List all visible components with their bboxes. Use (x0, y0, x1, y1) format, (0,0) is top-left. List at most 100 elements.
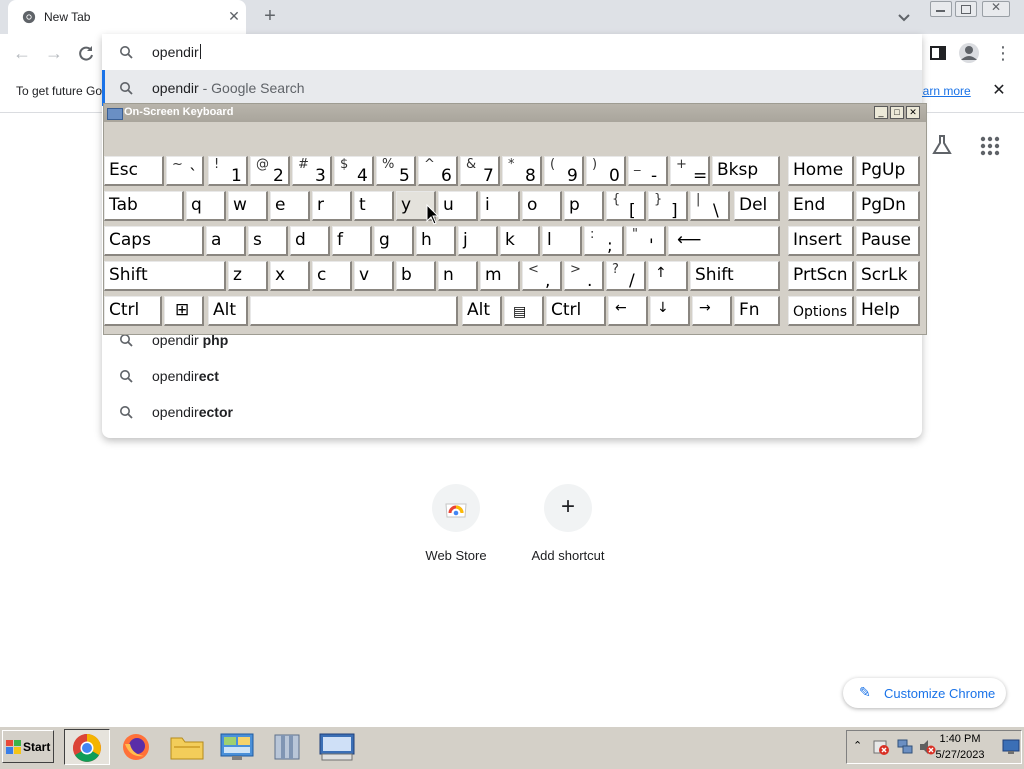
key-sym4-7[interactable]: ← (608, 296, 648, 326)
osk-title-bar[interactable]: On-Screen Keyboard _ □ ✕ (104, 104, 926, 122)
key-9[interactable]: (9 (544, 156, 584, 186)
key-win[interactable]: ⊞ (164, 296, 204, 326)
tab-close-button[interactable]: ✕ (224, 6, 244, 26)
key-sym1-12[interactable]: }] (648, 191, 688, 221)
osk-minimize-button[interactable]: _ (874, 106, 888, 119)
key-sym2-10[interactable]: :; (584, 226, 624, 256)
key-1[interactable]: ! 1 (208, 156, 248, 186)
key-c[interactable]: c (312, 261, 352, 291)
key-w[interactable]: w (228, 191, 268, 221)
network-icon[interactable] (896, 738, 914, 756)
key-sym3-11[interactable]: ↑ (648, 261, 688, 291)
key-j[interactable]: j (458, 226, 498, 256)
key-sym4-9[interactable]: → (692, 296, 732, 326)
key-home[interactable]: Home (788, 156, 854, 186)
key-i[interactable]: i (480, 191, 520, 221)
key-options[interactable]: Options (788, 296, 854, 326)
key-prtscn[interactable]: PrtScn (788, 261, 854, 291)
key-alt[interactable]: Alt (208, 296, 248, 326)
restore-window-button[interactable] (955, 1, 977, 17)
key-0[interactable]: ) 0 (586, 156, 626, 186)
key-p[interactable]: p (564, 191, 604, 221)
key-esc[interactable]: Esc (104, 156, 164, 186)
key-z[interactable]: z (228, 261, 268, 291)
key-7[interactable]: & 7 (460, 156, 500, 186)
security-alert-icon[interactable] (872, 738, 890, 756)
key-sym1-11[interactable]: {[ (606, 191, 646, 221)
key-fn[interactable]: Fn (734, 296, 780, 326)
close-window-button[interactable]: ✕ (982, 0, 1010, 17)
key-g[interactable]: g (374, 226, 414, 256)
suggestion-item[interactable]: opendirect (102, 358, 922, 394)
taskbar-chrome[interactable] (64, 729, 110, 765)
apps-grid-icon[interactable] (980, 136, 1000, 156)
suggestion-item[interactable]: opendirector (102, 394, 922, 430)
key-a[interactable]: a (206, 226, 246, 256)
key-caps[interactable]: Caps (104, 226, 204, 256)
key-h[interactable]: h (416, 226, 456, 256)
infobar-learn-more-link[interactable]: earn more (916, 84, 971, 98)
shortcut-add[interactable]: + Add shortcut (518, 484, 618, 563)
back-arrow-icon[interactable]: ← (11, 42, 33, 64)
profile-avatar-icon[interactable] (958, 42, 980, 64)
osk-maximize-button[interactable]: □ (890, 106, 904, 119)
key-r[interactable]: r (312, 191, 352, 221)
shortcut-web-store[interactable]: Web Store (406, 484, 506, 563)
key-6[interactable]: ^ 6 (418, 156, 458, 186)
minimize-window-button[interactable] (930, 1, 952, 17)
key-scrlk[interactable]: ScrLk (856, 261, 920, 291)
key-sym3-10[interactable]: ? / (606, 261, 646, 291)
suggestion-item[interactable]: opendir - Google Search (102, 70, 922, 106)
new-tab-button[interactable]: + (258, 5, 282, 29)
key-shift[interactable]: Shift (104, 261, 226, 291)
key-o[interactable]: o (522, 191, 562, 221)
taskbar-on-screen-keyboard[interactable] (314, 729, 360, 765)
key-k[interactable]: k (500, 226, 540, 256)
tray-expand-icon[interactable]: ⌃ (853, 739, 862, 752)
key-tab[interactable]: Tab (104, 191, 184, 221)
display-icon[interactable] (1002, 739, 1020, 755)
key-sym4-8[interactable]: ↓ (650, 296, 690, 326)
key-8[interactable]: * 8 (502, 156, 542, 186)
key-sym2-11[interactable]: " ' (626, 226, 666, 256)
key-e[interactable]: e (270, 191, 310, 221)
taskbar-firefox[interactable] (114, 729, 160, 765)
reload-icon[interactable] (75, 42, 97, 64)
key-menu[interactable]: ▤ (504, 296, 544, 326)
key-enter[interactable]: ⟵ (668, 226, 780, 256)
key-x[interactable]: x (270, 261, 310, 291)
omnibox-input[interactable]: opendir (102, 34, 922, 70)
key-s[interactable]: s (248, 226, 288, 256)
key-end[interactable]: End (788, 191, 854, 221)
taskbar-control-panel[interactable] (214, 729, 260, 765)
side-panel-icon[interactable] (927, 42, 949, 64)
start-button[interactable]: Start (2, 730, 54, 763)
key-4[interactable]: $4 (334, 156, 374, 186)
key-pgup[interactable]: PgUp (856, 156, 920, 186)
osk-close-button[interactable]: ✕ (906, 106, 920, 119)
key-alt[interactable]: Alt (462, 296, 502, 326)
chrome-menu-icon[interactable]: ⋮ (992, 42, 1014, 64)
key-sym1-13[interactable]: | \ (690, 191, 730, 221)
key-n[interactable]: n (438, 261, 478, 291)
key-2[interactable]: @2 (250, 156, 290, 186)
key-space[interactable] (250, 296, 458, 326)
key-d[interactable]: d (290, 226, 330, 256)
key-f[interactable]: f (332, 226, 372, 256)
key-pgdn[interactable]: PgDn (856, 191, 920, 221)
key-ctrl[interactable]: Ctrl (104, 296, 162, 326)
key-help[interactable]: Help (856, 296, 920, 326)
key-u[interactable]: u (438, 191, 478, 221)
tab-search-chevron-icon[interactable] (894, 7, 914, 27)
key-m[interactable]: m (480, 261, 520, 291)
forward-arrow-icon[interactable]: → (43, 42, 65, 64)
key-del[interactable]: Del (734, 191, 780, 221)
key-5[interactable]: % 5 (376, 156, 416, 186)
infobar-close-button[interactable]: ✕ (990, 82, 1008, 100)
tab-new-tab[interactable]: New Tab ✕ (8, 0, 246, 34)
key-3[interactable]: #3 (292, 156, 332, 186)
key-sym0-12[interactable]: _ - (628, 156, 668, 186)
key-t[interactable]: t (354, 191, 394, 221)
key-bksp[interactable]: Bksp (712, 156, 780, 186)
taskbar-archive[interactable] (264, 729, 310, 765)
